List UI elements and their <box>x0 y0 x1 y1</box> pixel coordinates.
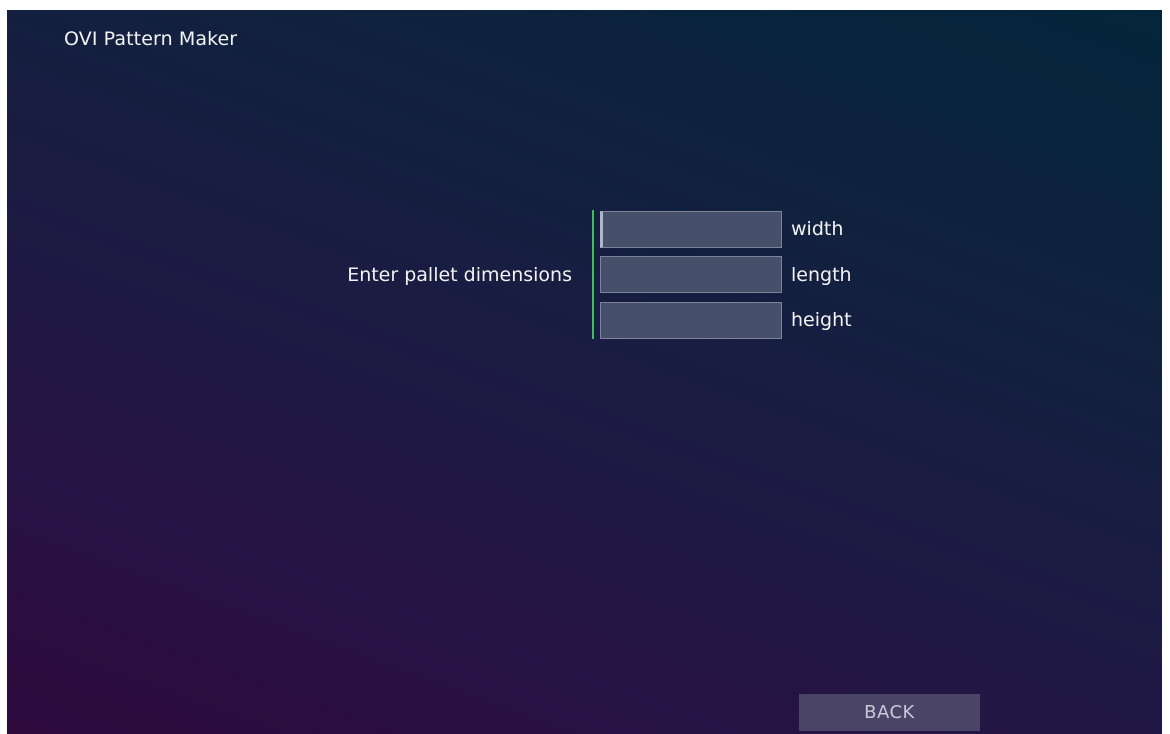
app-window: OVI Pattern Maker Enter pallet dimension… <box>7 10 1162 734</box>
length-label: length <box>791 264 852 286</box>
height-input[interactable] <box>600 302 782 339</box>
width-input[interactable] <box>600 211 782 248</box>
app-title: OVI Pattern Maker <box>64 28 238 50</box>
height-label: height <box>791 309 852 331</box>
active-group-indicator <box>592 210 594 339</box>
length-input[interactable] <box>600 256 782 293</box>
dimensions-prompt: Enter pallet dimensions <box>347 264 572 286</box>
back-button[interactable]: BACK <box>799 694 980 731</box>
width-label: width <box>791 218 844 240</box>
